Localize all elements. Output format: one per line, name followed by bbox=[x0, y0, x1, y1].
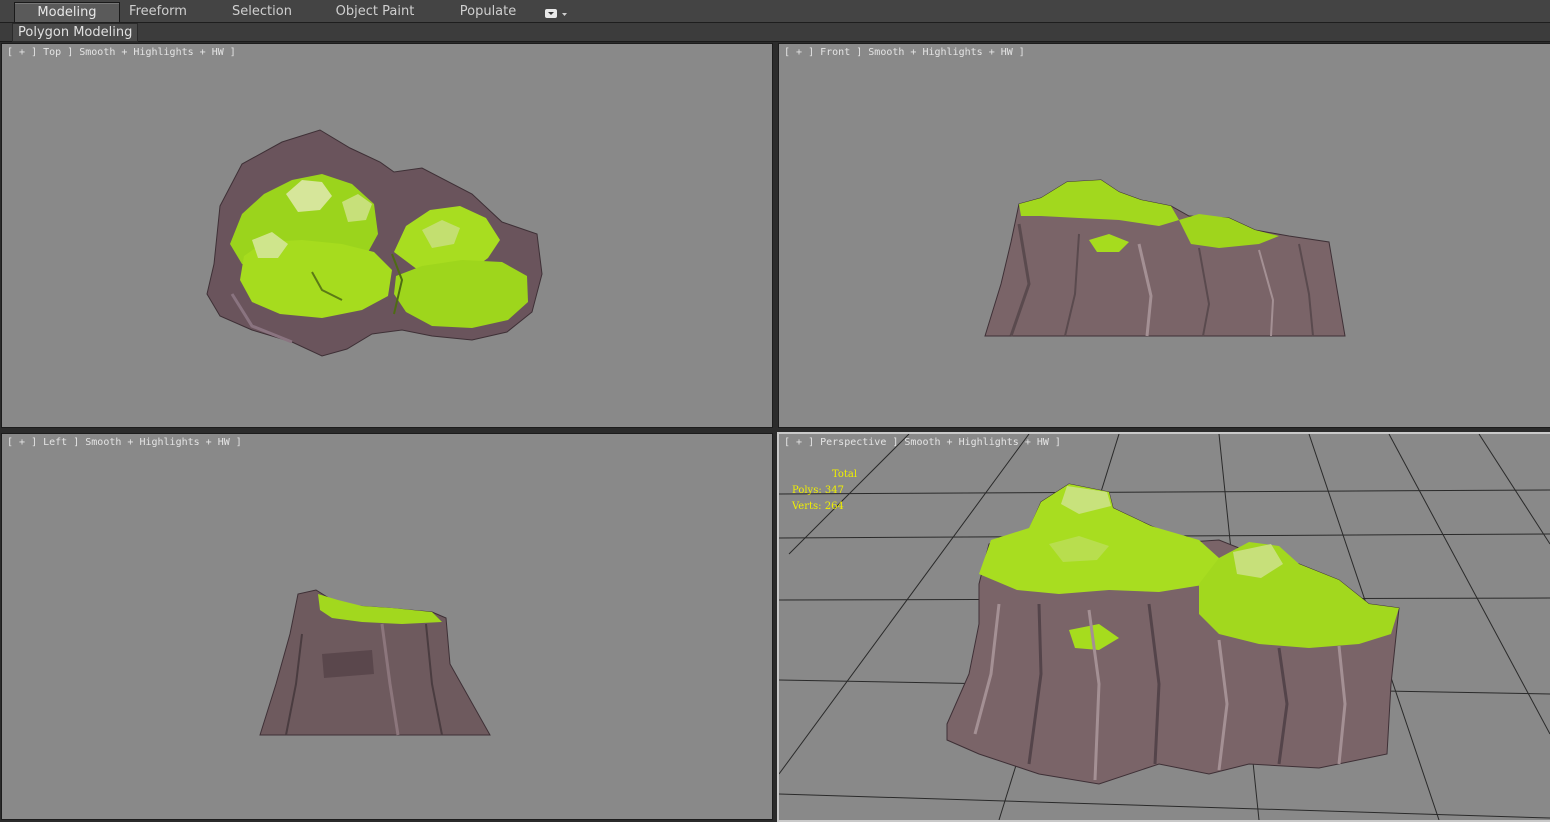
left-view-model bbox=[259, 589, 491, 736]
polygon-stats-overlay: Total Polys: 347 Verts: 264 bbox=[792, 467, 857, 515]
viewport-label-perspective[interactable]: [ + ] Perspective ] Smooth + Highlights … bbox=[784, 437, 1061, 448]
viewport-perspective[interactable]: [ + ] Perspective ] Smooth + Highlights … bbox=[777, 432, 1550, 822]
tab-freeform[interactable]: Freeform bbox=[118, 2, 198, 21]
tab-selection[interactable]: Selection bbox=[222, 2, 302, 21]
viewport-label-front[interactable]: [ + ] Front ] Smooth + Highlights + HW ] bbox=[784, 47, 1025, 58]
stats-title: Total bbox=[832, 469, 858, 480]
tab-object-paint[interactable]: Object Paint bbox=[330, 2, 420, 21]
viewport-label-left[interactable]: [ + ] Left ] Smooth + Highlights + HW ] bbox=[7, 437, 242, 448]
perspective-view-model bbox=[779, 434, 1550, 820]
tab-populate[interactable]: Populate bbox=[452, 2, 524, 21]
front-view-model bbox=[984, 179, 1346, 337]
polygon-modeling-button[interactable]: Polygon Modeling bbox=[12, 23, 139, 42]
ribbon-panel-bar: Polygon Modeling bbox=[0, 23, 1550, 42]
viewport-front[interactable]: [ + ] Front ] Smooth + Highlights + HW ] bbox=[778, 43, 1550, 428]
dropdown-arrow-icon[interactable] bbox=[544, 5, 570, 18]
stats-polys: Polys: 347 bbox=[792, 485, 844, 496]
stats-verts: Verts: 264 bbox=[792, 501, 844, 512]
top-view-model bbox=[206, 129, 543, 357]
ribbon-tabs: Modeling Freeform Selection Object Paint… bbox=[0, 0, 1550, 23]
viewport-left[interactable]: [ + ] Left ] Smooth + Highlights + HW ] bbox=[1, 433, 773, 820]
viewport-top[interactable]: [ + ] Top ] Smooth + Highlights + HW ] bbox=[1, 43, 773, 428]
tab-modeling[interactable]: Modeling bbox=[14, 2, 120, 22]
viewport-label-top[interactable]: [ + ] Top ] Smooth + Highlights + HW ] bbox=[7, 47, 236, 58]
